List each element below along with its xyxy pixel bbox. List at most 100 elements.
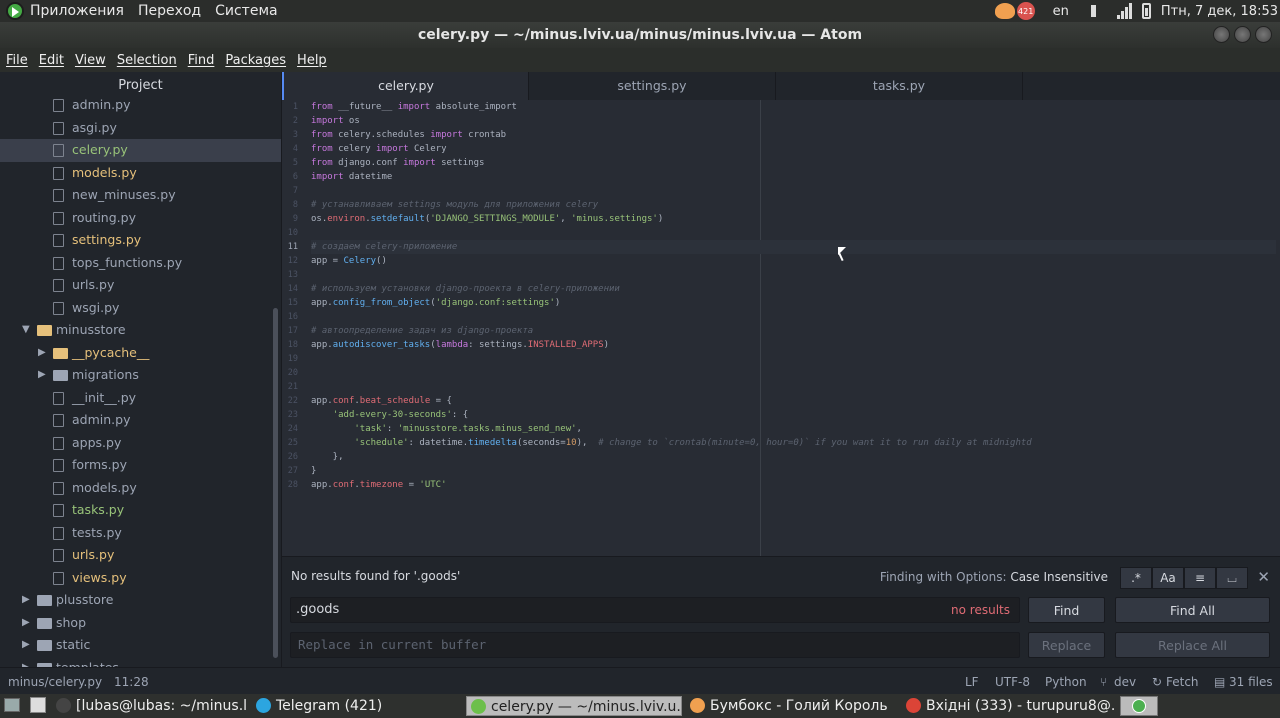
tree-folder[interactable]: ▶ __pycache__ bbox=[0, 342, 281, 365]
line-number[interactable]: 13 bbox=[282, 268, 308, 282]
status-file-count[interactable]: 31 files bbox=[1229, 675, 1273, 689]
code-line[interactable]: from django.conf import settings bbox=[311, 156, 1276, 170]
code-line[interactable]: 'add-every-30-seconds': { bbox=[311, 408, 1276, 422]
whole-word-toggle[interactable]: ⌴ bbox=[1216, 567, 1248, 589]
tree-folder[interactable]: ▼ minusstore bbox=[0, 319, 281, 342]
line-number[interactable]: 2 bbox=[282, 114, 308, 128]
status-cursor-position[interactable]: 11:28 bbox=[114, 675, 149, 689]
line-number[interactable]: 7 bbox=[282, 184, 308, 198]
code-line[interactable] bbox=[311, 310, 1276, 324]
regex-toggle[interactable]: .* bbox=[1120, 567, 1152, 589]
chevron-right-icon[interactable]: ▶ bbox=[38, 364, 46, 387]
line-number[interactable]: 25 bbox=[282, 436, 308, 450]
line-number[interactable]: 12 bbox=[282, 254, 308, 268]
code-line[interactable]: }, bbox=[311, 450, 1276, 464]
code-line[interactable]: import os bbox=[311, 114, 1276, 128]
in-selection-toggle[interactable]: ≡ bbox=[1184, 567, 1216, 589]
code-line[interactable] bbox=[311, 184, 1276, 198]
tree-file[interactable]: tests.py bbox=[0, 522, 281, 545]
tree-file[interactable]: wsgi.py bbox=[0, 297, 281, 320]
tree-file[interactable]: views.py bbox=[0, 567, 281, 590]
find-input[interactable]: .goods no results bbox=[290, 597, 1020, 623]
volume-icon[interactable] bbox=[1090, 5, 1107, 17]
status-fetch[interactable]: Fetch bbox=[1166, 675, 1199, 689]
tree-file[interactable]: urls.py bbox=[0, 544, 281, 567]
replace-input[interactable]: Replace in current buffer bbox=[290, 632, 1020, 658]
status-file-path[interactable]: minus/celery.py bbox=[8, 675, 102, 689]
line-number[interactable]: 16 bbox=[282, 310, 308, 324]
code-line[interactable]: 'schedule': datetime.timedelta(seconds=1… bbox=[311, 436, 1276, 450]
tab-celery-py[interactable]: celery.py bbox=[282, 72, 529, 100]
code-line[interactable]: app.autodiscover_tasks(lambda: settings.… bbox=[311, 338, 1276, 352]
taskbar-item[interactable]: Telegram (421) bbox=[252, 696, 462, 716]
line-number[interactable]: 5 bbox=[282, 156, 308, 170]
line-number[interactable]: 26 bbox=[282, 450, 308, 464]
code-line[interactable]: os.environ.setdefault('DJANGO_SETTINGS_M… bbox=[311, 212, 1276, 226]
replace-button[interactable]: Replace bbox=[1028, 632, 1105, 658]
tree-folder[interactable]: ▶ shop bbox=[0, 612, 281, 635]
tree-scrollbar[interactable] bbox=[273, 308, 278, 658]
code-line[interactable]: from celery.schedules import crontab bbox=[311, 128, 1276, 142]
tree-file[interactable]: celery.py bbox=[0, 139, 281, 162]
line-number[interactable]: 10 bbox=[282, 226, 308, 240]
maximize-button[interactable] bbox=[1234, 26, 1251, 43]
tree-folder[interactable]: ▶ templates bbox=[0, 657, 281, 668]
line-number[interactable]: 3 bbox=[282, 128, 308, 142]
menu-packages[interactable]: Packages bbox=[225, 53, 286, 68]
minimize-button[interactable] bbox=[1213, 26, 1230, 43]
line-number[interactable]: 23 bbox=[282, 408, 308, 422]
find-all-button[interactable]: Find All bbox=[1115, 597, 1270, 623]
keyboard-layout[interactable]: en bbox=[1053, 4, 1069, 19]
status-grammar[interactable]: Python bbox=[1045, 675, 1087, 689]
tree-file[interactable]: tops_functions.py bbox=[0, 252, 281, 275]
code-line[interactable] bbox=[311, 380, 1276, 394]
code-line[interactable]: app = Celery() bbox=[311, 254, 1276, 268]
close-find-icon[interactable]: ✕ bbox=[1257, 568, 1270, 586]
tree-file[interactable]: apps.py bbox=[0, 432, 281, 455]
clock[interactable]: Птн, 7 дек, 18:53 bbox=[1161, 4, 1278, 19]
code-line[interactable]: # используем установки django-проекта в … bbox=[311, 282, 1276, 296]
code-line[interactable]: from celery import Celery bbox=[311, 142, 1276, 156]
line-number[interactable]: 18 bbox=[282, 338, 308, 352]
status-line-ending[interactable]: LF bbox=[965, 675, 979, 689]
tab-settings-py[interactable]: settings.py bbox=[529, 72, 776, 100]
tree-file[interactable]: __init__.py bbox=[0, 387, 281, 410]
status-encoding[interactable]: UTF-8 bbox=[995, 675, 1030, 689]
status-git-branch[interactable]: dev bbox=[1114, 675, 1136, 689]
line-number[interactable]: 20 bbox=[282, 366, 308, 380]
code-line[interactable]: # автоопределение задач из django-проект… bbox=[311, 324, 1276, 338]
code-line[interactable]: app.conf.beat_schedule = { bbox=[311, 394, 1276, 408]
tree-folder[interactable]: ▶ static bbox=[0, 634, 281, 657]
chevron-right-icon[interactable]: ▶ bbox=[38, 342, 46, 365]
tree-file[interactable]: tasks.py bbox=[0, 499, 281, 522]
chevron-right-icon[interactable]: ▶ bbox=[22, 657, 30, 668]
top-menu-item[interactable]: Система bbox=[215, 3, 277, 19]
workspace-switcher[interactable] bbox=[1120, 696, 1158, 716]
taskbar-item[interactable]: celery.py — ~/minus.lviv.u... bbox=[466, 696, 682, 716]
line-number[interactable]: 11 bbox=[282, 240, 308, 254]
line-number[interactable]: 22 bbox=[282, 394, 308, 408]
code-editor[interactable]: 1 2 3 4 5 6 7 8 9 10 11 12 13 14 15 16 17 18 19 20 21 22 23 24 2… bbox=[282, 100, 1280, 556]
close-button[interactable] bbox=[1255, 26, 1272, 43]
menu-file[interactable]: File bbox=[6, 53, 28, 68]
show-desktop-icon[interactable] bbox=[4, 698, 20, 712]
tree-file[interactable]: models.py bbox=[0, 162, 281, 185]
code-lines[interactable]: from __future__ import absolute_import im… bbox=[311, 100, 1276, 492]
line-number[interactable]: 8 bbox=[282, 198, 308, 212]
code-line[interactable]: app.conf.timezone = 'UTC' bbox=[311, 478, 1276, 492]
tree-file[interactable]: urls.py bbox=[0, 274, 281, 297]
taskbar-item[interactable]: Бумбокс - Голий Король bbox=[686, 696, 896, 716]
chevron-down-icon[interactable]: ▼ bbox=[22, 319, 30, 342]
find-button[interactable]: Find bbox=[1028, 597, 1105, 623]
menu-selection[interactable]: Selection bbox=[117, 53, 177, 68]
indicator-applet-icon[interactable] bbox=[994, 3, 1015, 19]
code-line[interactable]: from __future__ import absolute_import bbox=[311, 100, 1276, 114]
taskbar-item[interactable]: [lubas@lubas: ~/minus.lvi... bbox=[52, 696, 247, 716]
window-list-icon[interactable] bbox=[30, 697, 46, 713]
menu-edit[interactable]: Edit bbox=[39, 53, 64, 68]
line-number[interactable]: 21 bbox=[282, 380, 308, 394]
code-line[interactable] bbox=[311, 268, 1276, 282]
line-number[interactable]: 9 bbox=[282, 212, 308, 226]
line-number[interactable]: 6 bbox=[282, 170, 308, 184]
case-sensitive-toggle[interactable]: Aa bbox=[1152, 567, 1184, 589]
